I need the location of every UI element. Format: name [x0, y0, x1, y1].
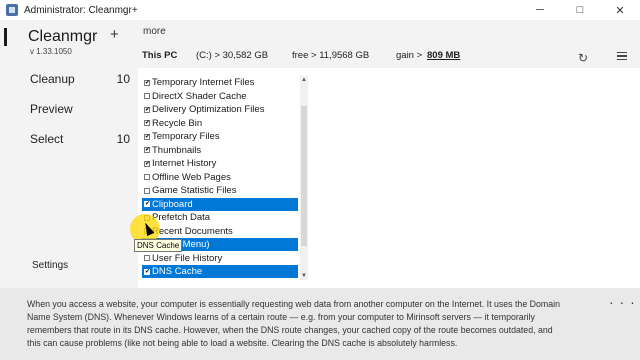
active-indicator [4, 28, 7, 46]
gain-label: gain > [396, 50, 423, 61]
list-item[interactable]: Thumbnails [142, 144, 298, 157]
checkbox[interactable] [144, 160, 150, 167]
app-icon [6, 4, 18, 16]
sidebar-item-count: 10 [116, 132, 130, 146]
checkbox[interactable] [144, 106, 150, 113]
free-space: free > 11,9568 GB [292, 50, 370, 61]
list-item-label: Temporary Internet Files [152, 77, 255, 88]
more-options-icon[interactable]: · · · [609, 294, 636, 310]
checkbox[interactable] [144, 147, 150, 153]
hamburger-menu-icon[interactable] [617, 52, 627, 60]
list-item-label: Game Statistic Files [152, 185, 237, 196]
checkbox[interactable] [144, 93, 150, 99]
sidebar-item-label: Select [30, 132, 64, 146]
sidebar-item-settings[interactable]: Settings [32, 260, 68, 271]
list-item[interactable]: DirectX Shader Cache [142, 90, 298, 103]
list-item-label: DNS Cache [152, 266, 203, 277]
list-item[interactable]: Recycle Bin [142, 117, 298, 130]
checkbox[interactable] [144, 120, 150, 126]
add-button[interactable]: + [110, 26, 119, 43]
checkbox[interactable] [144, 133, 150, 140]
sidebar-item-label: Cleanup [30, 72, 75, 86]
list-scrollbar[interactable]: ▲ ▼ [300, 76, 308, 280]
window-title: Administrator: Cleanmgr+ [24, 4, 138, 16]
list-item[interactable]: Clipboard [142, 197, 298, 211]
description-panel: When you access a website, your computer… [0, 288, 640, 360]
drive-size: (C:) > 30,582 GB [196, 50, 269, 61]
checkbox[interactable] [144, 255, 150, 261]
list-item-label: Internet History [152, 158, 217, 169]
sidebar-item-cleanup[interactable]: Cleanup 10 [30, 72, 130, 86]
app-name: Cleanmgr [28, 28, 98, 45]
tooltip: DNS Cache [134, 239, 183, 252]
list-item-label: DirectX Shader Cache [152, 90, 247, 102]
list-item-label: User File History [152, 252, 223, 264]
list-item-label: Recycle Bin [152, 117, 203, 129]
drive-info-bar: This PC (C:) > 30,582 GB free > 11,9568 … [138, 48, 640, 66]
list-item[interactable]: Prefetch Data [142, 211, 298, 224]
sidebar-item-preview[interactable]: Preview [30, 102, 130, 116]
scroll-up-icon[interactable]: ▲ [300, 76, 308, 84]
list-item[interactable]: Delivery Optimization Files [142, 103, 298, 116]
list-item[interactable]: Internet History [142, 157, 298, 170]
window-controls: ─ □ ✕ [520, 0, 640, 20]
minimize-button[interactable]: ─ [520, 0, 560, 20]
list-item[interactable]: Temporary Files [142, 130, 298, 143]
title-bar: Administrator: Cleanmgr+ ─ □ ✕ [0, 0, 640, 20]
list-item-label: Clipboard [152, 198, 193, 210]
list-item-label: Offline Web Pages [152, 171, 231, 183]
checkbox[interactable] [144, 174, 150, 180]
sidebar-item-count: 10 [116, 72, 130, 86]
sidebar-item-select[interactable]: Select 10 [30, 132, 130, 146]
checkbox[interactable] [144, 268, 150, 275]
maximize-button[interactable]: □ [560, 0, 600, 20]
description-text: When you access a website, your computer… [27, 299, 560, 348]
list-item[interactable]: DNS Cache [142, 265, 298, 278]
refresh-icon[interactable]: ↻ [578, 51, 588, 65]
checkbox[interactable] [144, 79, 150, 86]
list-item[interactable]: Offline Web Pages [142, 171, 298, 184]
close-button[interactable]: ✕ [600, 0, 640, 20]
version-label: v 1.33.1050 [30, 47, 72, 56]
sidebar-item-label: Preview [30, 102, 73, 116]
list-item-label: Thumbnails [152, 144, 202, 156]
this-pc-label: This PC [142, 50, 178, 61]
list-item-label: Recent Documents [152, 225, 233, 237]
list-item[interactable]: Game Statistic Files [142, 184, 298, 197]
list-item-label: Delivery Optimization Files [152, 104, 265, 115]
list-item[interactable]: User File History [142, 252, 298, 265]
checkbox[interactable] [144, 187, 150, 194]
list-item[interactable]: Temporary Internet Files [142, 76, 298, 89]
list-item-label: Temporary Files [152, 131, 220, 142]
scroll-down-icon[interactable]: ▼ [300, 272, 308, 280]
sidebar: Cleanmgr + v 1.33.1050 Cleanup 10 Previe… [0, 20, 138, 288]
list-item-label: Prefetch Data [152, 212, 211, 223]
list-item[interactable]: Recent Documents [142, 225, 298, 238]
scroll-thumb[interactable] [301, 106, 307, 246]
gain-value[interactable]: 809 MB [427, 50, 460, 61]
checkbox[interactable] [144, 201, 150, 207]
more-menu[interactable]: more [143, 26, 166, 37]
